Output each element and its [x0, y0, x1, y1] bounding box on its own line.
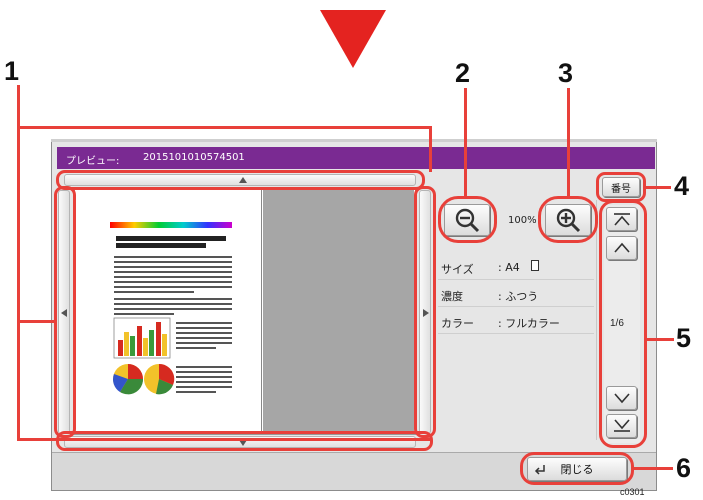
title-label: プレビュー:	[66, 156, 120, 167]
callout-1-line	[17, 126, 431, 129]
title-bar: プレビュー: 2015101010574501	[57, 147, 655, 169]
info-label: カラー	[441, 317, 474, 330]
callout-2-line	[464, 88, 467, 198]
callout-4-line	[645, 186, 671, 189]
callout-2-box	[438, 196, 497, 243]
callout-5-box	[599, 200, 647, 448]
info-row-color: カラー : フルカラー	[438, 308, 594, 334]
info-value: : フルカラー	[498, 317, 560, 330]
figure-code: c0301	[620, 487, 645, 497]
document-page-image	[110, 222, 232, 395]
callout-5-line	[646, 338, 674, 341]
callout-3-line	[567, 88, 570, 198]
info-value: : A4	[498, 261, 520, 274]
callout-1-line	[17, 85, 20, 441]
callout-number: 2	[455, 58, 471, 88]
job-id: 2015101010574501	[143, 152, 245, 163]
info-row-density: 濃度 : ふつう	[438, 281, 594, 307]
callout-1-line	[17, 320, 57, 323]
callout-number: 3	[558, 58, 574, 88]
callout-number: 1	[4, 56, 20, 86]
callout-number: 4	[674, 171, 690, 201]
info-label: 濃度	[441, 290, 463, 303]
callout-3-box	[538, 196, 598, 243]
callout-1-box	[414, 186, 436, 438]
info-label: サイズ	[441, 263, 474, 276]
zoom-level: 100%	[508, 215, 537, 226]
down-arrow-indicator	[320, 10, 386, 68]
callout-6-line	[633, 467, 673, 470]
info-value: : ふつう	[498, 290, 539, 303]
portrait-page-icon	[531, 260, 539, 271]
callout-6-box	[520, 452, 634, 485]
callout-number: 5	[676, 323, 692, 353]
preview-blank-area	[263, 190, 414, 432]
callout-4-box	[596, 172, 646, 202]
info-row-size: サイズ : A4	[438, 254, 594, 280]
callout-1-box	[56, 170, 425, 190]
manual-illustration: プレビュー: 2015101010574501 100% サイズ: A4 濃度…	[0, 0, 703, 500]
page-thumbnail	[80, 190, 262, 432]
callout-1-box	[54, 186, 76, 438]
callout-1-box	[56, 431, 433, 451]
divider	[596, 200, 597, 440]
callout-1-line	[429, 126, 432, 172]
callout-number: 6	[676, 453, 692, 483]
